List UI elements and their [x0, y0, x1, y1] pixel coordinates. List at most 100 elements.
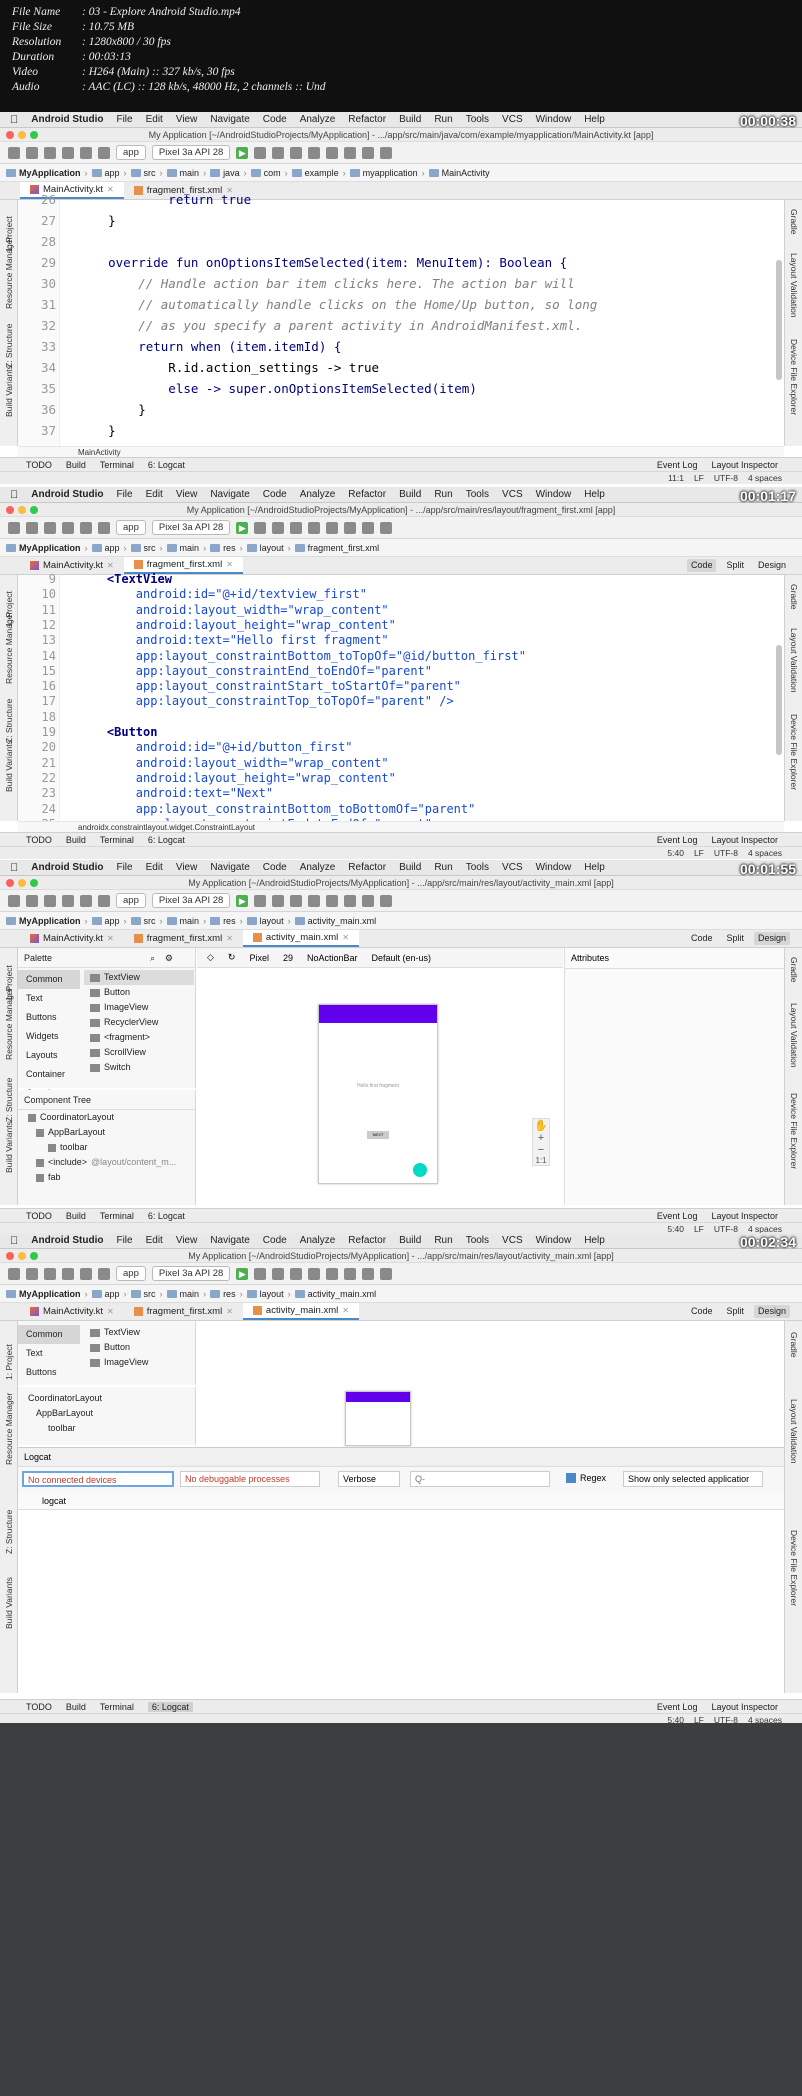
- tree-node[interactable]: toolbar: [18, 1421, 195, 1436]
- search-icon[interactable]: ⌕: [150, 948, 155, 968]
- menu-item[interactable]: Edit: [146, 862, 163, 873]
- zoom-window-icon[interactable]: [30, 131, 38, 139]
- sync-icon[interactable]: [44, 894, 56, 907]
- breadcrumb-item[interactable]: app: [91, 916, 120, 926]
- breadcrumb-item[interactable]: layout: [246, 543, 284, 553]
- breadcrumb-item[interactable]: myapplication: [349, 168, 418, 178]
- menu-item[interactable]: Run: [434, 114, 452, 125]
- breadcrumb-item[interactable]: res: [210, 916, 236, 926]
- breadcrumb-item[interactable]: app: [91, 1289, 120, 1299]
- bottom-tool-button[interactable]: 6: Logcat: [147, 1701, 193, 1712]
- breadcrumb-item[interactable]: MyApplication: [6, 168, 81, 178]
- layers-icon[interactable]: ◇: [207, 952, 214, 963]
- right-tool-window-button[interactable]: Layout Validation: [789, 1399, 799, 1464]
- sdk-icon[interactable]: [362, 1267, 375, 1280]
- breadcrumb-item[interactable]: main: [166, 1289, 199, 1299]
- bottom-tool-button[interactable]: 6: Logcat: [148, 835, 185, 845]
- menu-item[interactable]: Tools: [466, 862, 489, 873]
- menu-item[interactable]: Analyze: [300, 114, 336, 125]
- menu-item[interactable]: Analyze: [300, 862, 336, 873]
- zoom-out-icon[interactable]: −: [533, 1144, 549, 1156]
- hammer-icon[interactable]: [98, 1267, 110, 1280]
- menu-item[interactable]: Build: [399, 114, 421, 125]
- attach-icon[interactable]: [308, 146, 321, 159]
- attach-icon[interactable]: [308, 521, 321, 534]
- save-icon[interactable]: [26, 894, 38, 907]
- menu-item[interactable]: Tools: [466, 489, 489, 500]
- left-tool-window-button[interactable]: Resource Manager: [4, 988, 14, 1060]
- menu-item[interactable]: VCS: [502, 862, 523, 873]
- breadcrumb-item[interactable]: MyApplication: [6, 1289, 81, 1299]
- palette-category[interactable]: Widgets: [18, 1027, 80, 1046]
- stop-icon[interactable]: [326, 894, 339, 907]
- undo-icon[interactable]: [62, 521, 74, 534]
- attach-icon[interactable]: [308, 894, 321, 907]
- right-tool-window-button[interactable]: Gradle: [789, 209, 799, 235]
- menu-item[interactable]: Tools: [466, 114, 489, 125]
- right-tool-window-button[interactable]: Device File Explorer: [789, 714, 799, 790]
- bottom-tool-button[interactable]: Build: [66, 460, 86, 470]
- left-tool-window-button[interactable]: Build Variants: [4, 740, 14, 792]
- editor-tab[interactable]: MainActivity.kt ✕: [20, 930, 124, 947]
- breadcrumb-item[interactable]: fragment_first.xml: [294, 543, 379, 553]
- status-item[interactable]: 4 spaces: [748, 848, 782, 858]
- breadcrumb-item[interactable]: layout: [246, 1289, 284, 1299]
- tree-node[interactable]: AppBarLayout: [18, 1125, 195, 1140]
- breadcrumb-item[interactable]: src: [130, 916, 156, 926]
- right-tool-window-button[interactable]: Layout Validation: [789, 1003, 799, 1068]
- palette-category[interactable]: Layouts: [18, 1046, 80, 1065]
- status-item[interactable]: 4 spaces: [748, 1715, 782, 1723]
- avd-icon[interactable]: [344, 1267, 357, 1280]
- zoom-in-icon[interactable]: +: [533, 1132, 549, 1144]
- left-tool-window-button[interactable]: Build Variants: [4, 365, 14, 417]
- tree-node[interactable]: fab: [18, 1170, 195, 1185]
- run-config-select[interactable]: app: [116, 1266, 146, 1281]
- design-device-select[interactable]: Pixel: [249, 953, 269, 963]
- bottom-tool-button[interactable]: TODO: [26, 1702, 52, 1712]
- menu-item[interactable]: Code: [263, 489, 287, 500]
- palette-item[interactable]: RecyclerView: [84, 1015, 194, 1030]
- folder-icon[interactable]: [8, 894, 20, 907]
- palette-item[interactable]: <fragment>: [84, 1030, 194, 1045]
- right-tool-window-button[interactable]: Gradle: [789, 584, 799, 610]
- undo-icon[interactable]: [62, 1267, 74, 1280]
- menu-item[interactable]: Refactor: [348, 862, 386, 873]
- bottom-tool-button[interactable]: Terminal: [100, 835, 134, 845]
- cursor-position[interactable]: 11:1: [668, 473, 684, 483]
- left-tool-window-button[interactable]: Z: Structure: [4, 1078, 14, 1122]
- breadcrumb-item[interactable]: main: [166, 543, 199, 553]
- run-config-select[interactable]: app: [116, 893, 146, 908]
- minimize-window-icon[interactable]: [18, 131, 26, 139]
- menu-item[interactable]: Edit: [146, 114, 163, 125]
- breadcrumb-item[interactable]: app: [91, 168, 120, 178]
- menu-item[interactable]: Edit: [146, 1235, 163, 1246]
- left-tool-window-button[interactable]: Resource Manager: [4, 1393, 14, 1465]
- tree-node[interactable]: AppBarLayout: [18, 1406, 195, 1421]
- menu-item[interactable]: Help: [584, 862, 605, 873]
- search-icon[interactable]: [380, 146, 393, 159]
- breadcrumb-item[interactable]: src: [130, 168, 156, 178]
- regex-checkbox[interactable]: Regex: [566, 1473, 606, 1483]
- view-mode-code[interactable]: Code: [687, 932, 717, 945]
- profile-icon[interactable]: [290, 146, 303, 159]
- palette-category[interactable]: Buttons: [18, 1008, 80, 1027]
- orientation-icon[interactable]: ↻: [228, 952, 236, 963]
- stop-icon[interactable]: [326, 1267, 339, 1280]
- right-tool-window-button[interactable]: Layout Validation: [789, 253, 799, 318]
- left-tool-window-button[interactable]: Z: Structure: [4, 324, 14, 368]
- preview-button[interactable]: NEXT: [367, 1131, 389, 1139]
- redo-icon[interactable]: [80, 146, 92, 159]
- view-mode-design[interactable]: Design: [753, 1305, 790, 1318]
- bottom-tool-button[interactable]: Build: [66, 1211, 86, 1221]
- breadcrumb-item[interactable]: activity_main.xml: [294, 1289, 376, 1299]
- debug-icon[interactable]: [272, 1267, 285, 1280]
- right-tool-window-button[interactable]: Layout Validation: [789, 628, 799, 693]
- menu-item[interactable]: VCS: [502, 1235, 523, 1246]
- palette-item[interactable]: Button: [84, 1340, 194, 1355]
- palette-category[interactable]: Common: [18, 1325, 80, 1344]
- undo-icon[interactable]: [62, 894, 74, 907]
- editor-scrollbar[interactable]: [776, 645, 782, 755]
- palette-category[interactable]: Buttons: [18, 1363, 80, 1382]
- logcat-filter-select[interactable]: Show only selected applicatior: [623, 1471, 763, 1487]
- folder-icon[interactable]: [8, 521, 20, 534]
